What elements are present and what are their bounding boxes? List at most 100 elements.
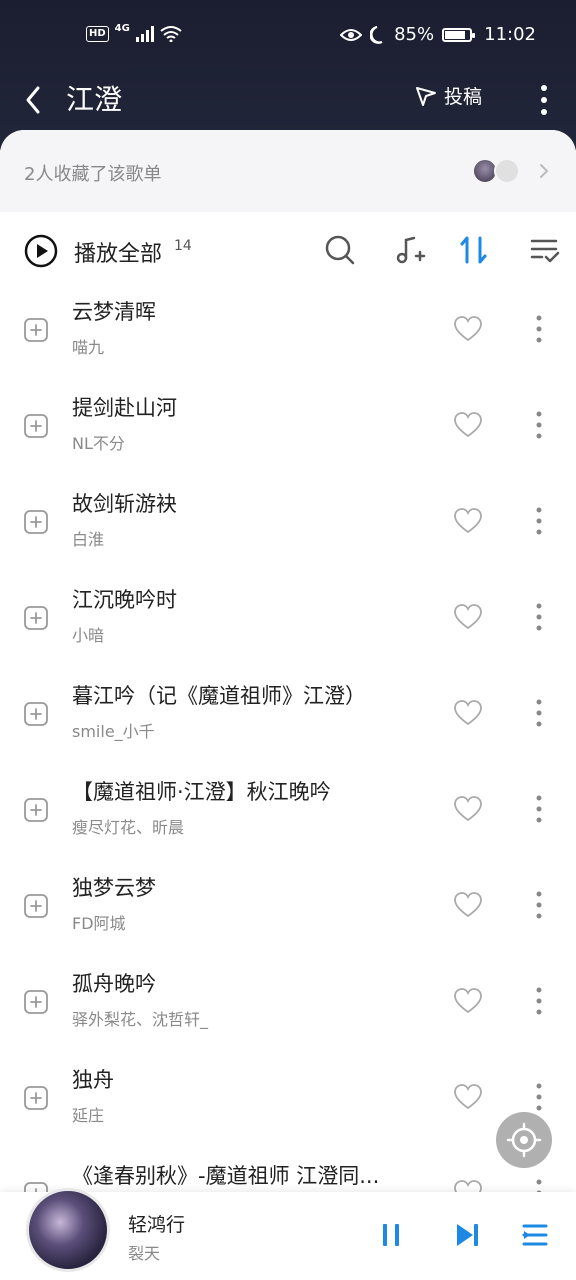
song-row[interactable]: 【魔道祖师·江澄】秋江晚吟瘦尽灯花、昕晨 [0,770,576,866]
more-vertical-icon[interactable] [532,890,546,920]
add-square-icon[interactable] [24,318,48,342]
status-left: HD 4G [86,22,182,42]
song-artist: smile_小千 [72,722,155,741]
send-icon [416,86,436,106]
playlist-icon[interactable] [520,1220,550,1250]
next-icon[interactable] [452,1220,482,1250]
more-vertical-icon[interactable] [532,506,546,536]
locate-button[interactable] [496,1112,552,1168]
play-all-button[interactable]: 播放全部 [74,236,162,268]
song-title: 云梦清晖 [72,300,156,324]
search-icon[interactable] [322,232,358,268]
song-title: 孤舟晚吟 [72,972,156,996]
more-vertical-icon [541,85,547,115]
song-row[interactable]: 云梦清晖 喵九 [0,290,576,386]
song-row[interactable]: 独梦云梦 FD阿城 [0,866,576,962]
song-title: 提剑赴山河 [72,396,177,420]
battery-icon [442,27,476,42]
heart-icon[interactable] [454,604,482,630]
page-title: 江澄 [66,83,123,116]
song-title: 故剑斩游袂 [72,492,177,516]
song-row[interactable]: 故剑斩游袂 白淮 [0,482,576,578]
heart-icon[interactable] [454,796,482,822]
more-vertical-icon[interactable] [532,986,546,1016]
song-title: 江沉晚吟时 [72,588,177,612]
song-title: 【魔道祖师·江澄】秋江晚吟 [72,780,331,804]
multi-select-icon[interactable] [528,232,564,268]
more-vertical-icon[interactable] [532,698,546,728]
now-playing-title: 轻鸿行 [128,1214,186,1236]
status-right: 85% 11:02 [340,24,536,45]
back-button[interactable] [20,78,52,118]
song-title: 暮江吟（记《魔道祖师》江澄） [72,684,366,708]
sort-icon[interactable] [456,232,492,268]
heart-icon[interactable] [454,1084,482,1110]
collect-text: 2人收藏了该歌单 [24,164,162,185]
network-label: 4G [114,22,130,34]
song-artist: 驿外梨花、沈哲轩_ [72,1010,209,1029]
add-square-icon[interactable] [24,894,48,918]
song-title: 独舟 [72,1068,114,1092]
signal-icon [135,26,154,42]
add-square-icon[interactable] [24,990,48,1014]
add-square-icon[interactable] [24,1086,48,1110]
add-square-icon[interactable] [24,414,48,438]
song-row[interactable]: 暮江吟（记《魔道祖师》江澄） smile_小千 [0,674,576,770]
now-playing-artist: 裂天 [128,1244,161,1263]
more-vertical-icon[interactable] [532,794,546,824]
more-vertical-icon[interactable] [532,314,546,344]
add-music-icon[interactable] [392,232,428,268]
submit-button[interactable]: 投稿 [414,82,482,109]
wifi-icon [160,26,182,42]
back-icon [26,86,40,114]
song-artist: NL不分 [72,434,125,453]
heart-icon[interactable] [454,508,482,534]
pause-icon[interactable] [376,1220,406,1250]
heart-icon[interactable] [454,412,482,438]
mini-player[interactable]: 轻鸿行 裂天 [0,1188,576,1280]
playlist-sheet: 2人收藏了该歌单 播放全部 14 云梦清晖 喵九 提剑赴山河 NL不分 故剑斩游… [0,130,576,1280]
more-button[interactable] [530,78,558,118]
locate-icon [506,1122,542,1158]
song-count: 14 [174,238,192,254]
song-title: 独梦云梦 [72,876,156,900]
heart-icon[interactable] [454,700,482,726]
add-square-icon[interactable] [24,510,48,534]
nav-bar: 江澄 投稿 [0,72,576,122]
collect-bar[interactable]: 2人收藏了该歌单 [0,130,576,212]
play-circle-icon[interactable] [24,234,58,268]
more-vertical-icon[interactable] [532,1082,546,1112]
eye-icon [340,28,363,41]
submit-label: 投稿 [444,86,483,108]
more-vertical-icon[interactable] [532,602,546,632]
hd-icon: HD [86,26,109,42]
add-square-icon[interactable] [24,702,48,726]
avatar [494,158,520,184]
song-artist: 延庄 [72,1106,105,1125]
status-bar: HD 4G 85% 11:02 [0,22,576,52]
header: HD 4G 85% 11:02 江澄 投稿 [0,0,576,150]
song-row[interactable]: 江沉晚吟时 小暗 [0,578,576,674]
battery-percent: 85% [394,24,435,45]
song-row[interactable]: 提剑赴山河 NL不分 [0,386,576,482]
heart-icon[interactable] [454,892,482,918]
add-square-icon[interactable] [24,798,48,822]
list-toolbar: 播放全部 14 [0,212,576,290]
chevron-right-icon [540,164,549,178]
more-vertical-icon[interactable] [532,410,546,440]
song-artist: 白淮 [72,530,105,549]
add-square-icon[interactable] [24,606,48,630]
moon-icon [370,25,383,44]
song-row[interactable]: 独舟 延庄 [0,1058,576,1154]
heart-icon[interactable] [454,988,482,1014]
clock: 11:02 [484,24,536,45]
song-row[interactable]: 孤舟晚吟驿外梨花、沈哲轩_ [0,962,576,1058]
song-artist: FD阿城 [72,914,126,933]
song-artist: 小暗 [72,626,105,645]
collector-avatars [472,158,526,184]
song-artist: 喵九 [72,338,105,357]
song-artist: 瘦尽灯花、昕晨 [72,818,185,837]
album-cover[interactable] [26,1188,110,1272]
song-title: 《逢春别秋》-魔道祖师 江澄同... [72,1164,380,1188]
heart-icon[interactable] [454,316,482,342]
